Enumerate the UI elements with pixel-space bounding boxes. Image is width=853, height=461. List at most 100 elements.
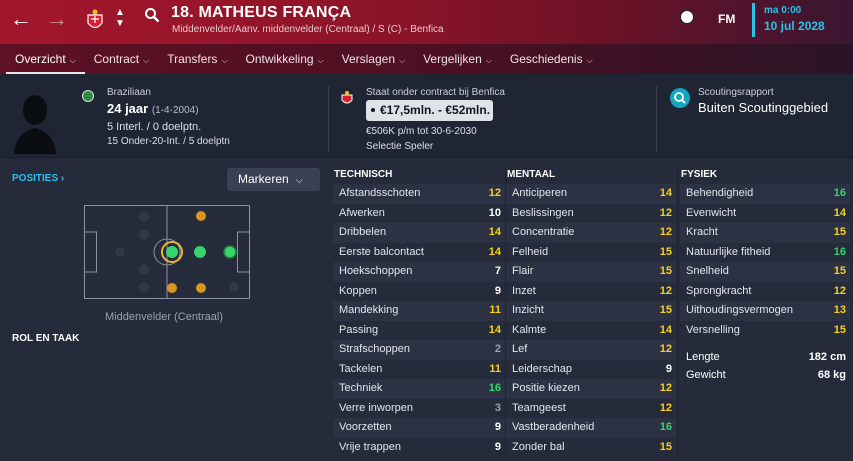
chevron-down-icon: ⌵	[586, 56, 593, 65]
positions-heading[interactable]: POSITIES ›	[12, 173, 64, 184]
tab-contract[interactable]: Contract ⌵	[85, 46, 158, 74]
attribute-row[interactable]: Kracht 15	[680, 223, 850, 243]
attribute-row[interactable]: Concentratie 12	[506, 223, 676, 243]
attribute-value: 12	[659, 284, 672, 297]
attribute-row[interactable]: Inzet 12	[506, 282, 676, 302]
tab-development[interactable]: Ontwikkeling ⌵	[237, 46, 333, 74]
attribute-row[interactable]: Zonder bal 15	[506, 438, 676, 458]
attribute-value: 11	[489, 304, 501, 316]
attribute-row[interactable]: Techniek 16	[333, 379, 505, 399]
nationality[interactable]: Braziliaan	[107, 87, 151, 98]
position-dot-competent	[196, 211, 206, 221]
attribute-value: 14	[659, 187, 672, 199]
player-subtitle: Middenvelder/Aanv. middenvelder (Centraa…	[172, 24, 444, 35]
position-dot-natural	[166, 246, 178, 258]
fm-logo[interactable]: FM	[718, 12, 735, 26]
attribute-name: Flair	[512, 265, 534, 277]
player-name: 18. MATHEUS FRANÇA	[171, 4, 352, 21]
attribute-row[interactable]: Vrije trappen 9	[333, 438, 505, 458]
divider	[656, 86, 657, 152]
attribute-name: Leiderschap	[512, 362, 572, 375]
attribute-row[interactable]: Dribbelen 14	[333, 223, 505, 243]
attribute-name: Versnelling	[686, 323, 740, 336]
attribute-row[interactable]: Hoekschoppen 7	[333, 262, 505, 282]
attribute-name: Vastberadenheid	[512, 421, 595, 433]
attribute-row[interactable]: Anticiperen 14	[506, 184, 676, 204]
attribute-row[interactable]: Beslissingen 12	[506, 204, 676, 224]
tab-reports[interactable]: Verslagen ⌵	[333, 46, 414, 74]
tab-overview[interactable]: Overzicht ⌵	[6, 46, 85, 74]
attribute-row[interactable]: Uithoudingsvermogen 13	[680, 301, 850, 321]
attribute-value: 14	[488, 323, 501, 336]
attribute-row[interactable]: Positie kiezen 12	[506, 379, 676, 399]
back-arrow-icon[interactable]: ←	[10, 8, 32, 30]
attribute-value: 10	[488, 206, 501, 219]
attribute-value: 14	[833, 206, 846, 219]
attribute-row[interactable]: Voorzetten 9	[333, 418, 505, 438]
attribute-name: Behendigheid	[686, 187, 754, 199]
attribute-name: Kracht	[686, 226, 718, 238]
position-dot-natural	[223, 245, 237, 259]
mental-list: Anticiperen 14 Beslissingen 12 Concentratie 1…	[506, 184, 676, 457]
attribute-row[interactable]: Inzicht 15	[506, 301, 676, 321]
attribute-row[interactable]: Behendigheid 16	[680, 184, 850, 204]
attribute-row[interactable]: Strafschoppen 2	[333, 340, 505, 360]
tab-transfers[interactable]: Transfers ⌵	[158, 46, 236, 74]
attribute-value: 7	[494, 265, 501, 277]
attribute-row[interactable]: Afwerken 10	[333, 204, 505, 224]
club-crest-icon[interactable]	[85, 8, 105, 32]
attribute-row[interactable]: Lef 12	[506, 340, 676, 360]
position-dot-unavailable	[139, 230, 149, 240]
scout-search-icon[interactable]	[670, 88, 690, 108]
attribute-row[interactable]: Felheid 15	[506, 243, 676, 263]
game-date[interactable]: 10 jul 2028	[764, 19, 825, 33]
attribute-name: Lef	[512, 343, 528, 355]
attribute-name: Zonder bal	[512, 440, 565, 453]
attribute-value: 16	[488, 382, 501, 394]
attribute-name: Mandekking	[339, 304, 399, 316]
mark-dropdown[interactable]: Markeren ⌵	[227, 168, 320, 191]
attribute-value: 12	[659, 401, 672, 414]
attribute-name: Hoekschoppen	[339, 265, 413, 277]
attribute-name: Techniek	[339, 382, 383, 394]
tab-history[interactable]: Geschiedenis ⌵	[501, 46, 602, 74]
attribute-row[interactable]: Natuurlijke fitheid 16	[680, 243, 850, 263]
pitch-diagram[interactable]	[84, 205, 250, 299]
contract-status[interactable]: Staat onder contract bij Benfica	[366, 87, 505, 98]
age-value: 24 jaar	[107, 101, 149, 116]
attribute-row[interactable]: Kalmte 14	[506, 321, 676, 341]
search-icon[interactable]	[144, 7, 160, 23]
squad-status: Selectie Speler	[366, 141, 434, 152]
forward-arrow-icon[interactable]: →	[46, 8, 68, 30]
chevron-down-icon: ⌵	[399, 56, 406, 65]
attribute-row[interactable]: Snelheid 15	[680, 262, 850, 282]
chevron-down-icon: ⌵	[296, 175, 303, 185]
game-time[interactable]: ma 0:00	[764, 5, 801, 16]
attribute-row[interactable]: Flair 15	[506, 262, 676, 282]
attribute-row[interactable]: Verre inworpen 3	[333, 399, 505, 419]
attribute-row[interactable]: Passing 14	[333, 321, 505, 341]
attribute-row[interactable]: Teamgeest 12	[506, 399, 676, 419]
attribute-value: 9	[494, 284, 501, 297]
position-label: Middenvelder (Centraal)	[105, 311, 223, 323]
attribute-row[interactable]: Mandekking 11	[333, 301, 505, 321]
attribute-row[interactable]: Evenwicht 14	[680, 204, 850, 224]
player-silhouette-icon	[14, 95, 56, 154]
attribute-name: Afwerken	[339, 206, 385, 219]
transfer-value-tag[interactable]: €17,5mln. - €52mln.	[366, 100, 493, 121]
mental-attributes: MENTAAL Anticiperen 14 Beslissingen 12 Conce…	[506, 166, 676, 457]
attribute-value: 12	[659, 343, 672, 355]
tab-compare[interactable]: Vergelijken ⌵	[414, 46, 501, 74]
nation-flag-icon[interactable]	[82, 90, 94, 102]
attribute-row[interactable]: Tackelen 11	[333, 360, 505, 380]
attribute-row[interactable]: Afstandsschoten 12	[333, 184, 505, 204]
attribute-row[interactable]: Eerste balcontact 14	[333, 243, 505, 263]
attribute-row[interactable]: Koppen 9	[333, 282, 505, 302]
ball-icon[interactable]	[680, 10, 694, 24]
chevron-down-icon: ⌵	[221, 56, 228, 65]
attribute-row[interactable]: Sprongkracht 12	[680, 282, 850, 302]
attribute-row[interactable]: Leiderschap 9	[506, 360, 676, 380]
attribute-row[interactable]: Versnelling 15	[680, 321, 850, 341]
player-switch-icon[interactable]: ▲ ▼	[115, 7, 125, 29]
attribute-row[interactable]: Vastberadenheid 16	[506, 418, 676, 438]
